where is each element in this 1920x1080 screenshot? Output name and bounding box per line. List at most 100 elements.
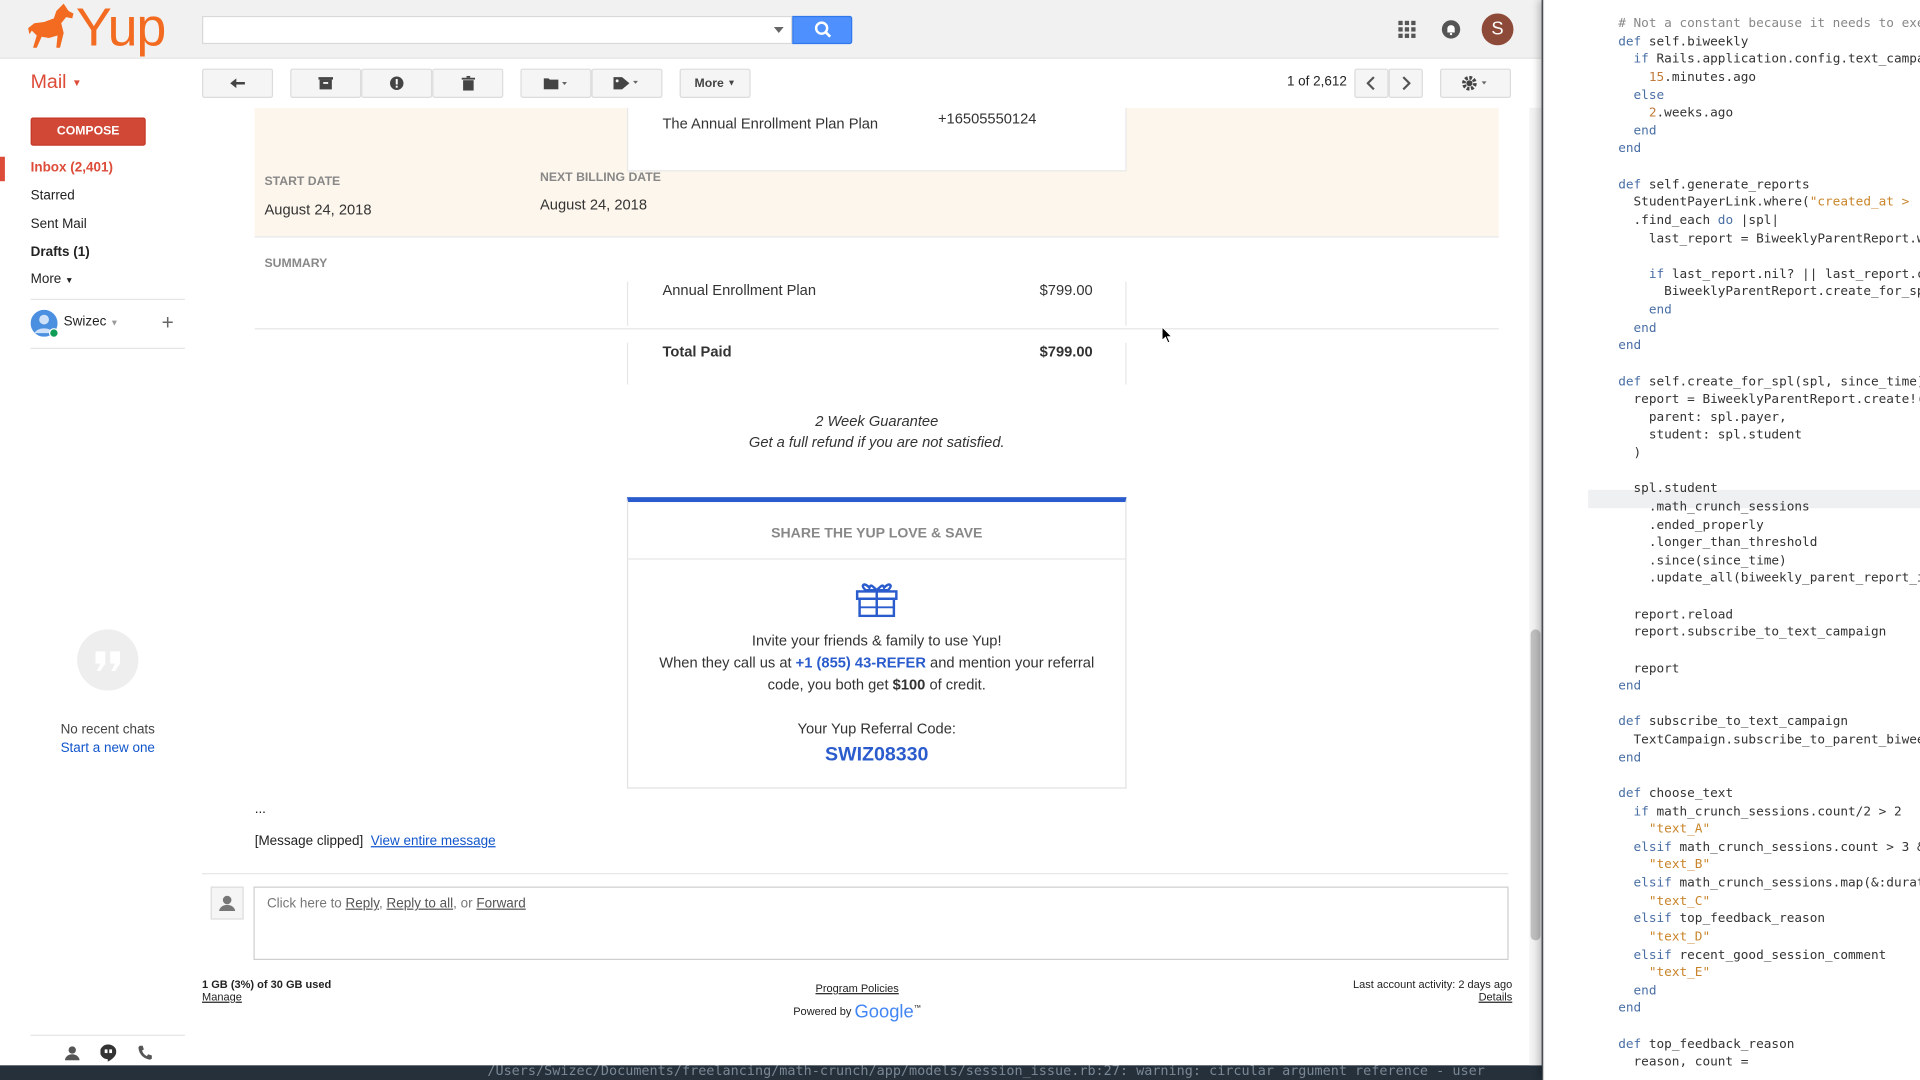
powered-by: Powered by Google™ <box>793 1001 922 1023</box>
divider <box>626 342 629 385</box>
plan-name: The Annual Enrollment Plan Plan <box>662 115 879 133</box>
person-icon <box>219 895 236 912</box>
label-tag-icon <box>613 77 638 90</box>
code-line: elsif math_crunch_sessions.count > 3 && … <box>1633 839 1920 855</box>
reply-box[interactable]: Click here to Reply, Reply to all, or Fo… <box>253 886 1509 961</box>
code-line: .update_all(biweekly_parent_report_id: r <box>1648 571 1920 586</box>
phone-icon[interactable] <box>137 1044 153 1060</box>
program-policies-link[interactable]: Program Policies <box>759 978 955 999</box>
labels-button[interactable] <box>591 68 663 98</box>
scrollbar-thumb[interactable] <box>1530 629 1541 941</box>
yup-logo[interactable]: Yup <box>27 0 166 59</box>
code-line: elsif math_crunch_sessions.map(&:duratio… <box>1633 875 1920 891</box>
forward-link[interactable]: Forward <box>476 896 525 911</box>
gmail-window: Yup S Mail ▼ More ▼ 1 of 2,612 COMPOSE I… <box>0 0 1542 1066</box>
code-line: 15.minutes.ago <box>1648 69 1757 85</box>
chevron-left-icon <box>1366 76 1375 91</box>
code-line: BiweeklyParentReport.create_for_spl(sp <box>1664 284 1920 300</box>
search-input[interactable] <box>202 15 793 45</box>
user-status-avatar[interactable] <box>30 309 59 338</box>
more-actions-button[interactable]: More ▼ <box>679 68 751 98</box>
referral-card: SHARE THE YUP LOVE & SAVE Invite your fr… <box>626 497 1127 789</box>
newer-button[interactable] <box>1354 68 1389 98</box>
sidebar-item-sent[interactable]: Sent Mail <box>31 217 87 232</box>
code-editor[interactable]: # Not a constant because it needs to exe… <box>1542 0 1920 1080</box>
search-button[interactable] <box>792 15 853 45</box>
chevron-right-icon <box>1402 76 1411 91</box>
referral-code-label: Your Yup Referral Code: <box>797 720 956 738</box>
manage-storage-link[interactable]: Manage <box>202 991 331 1003</box>
reply-all-link[interactable]: Reply to all <box>387 896 454 911</box>
divider <box>1125 342 1127 385</box>
code-line: reason, count = <box>1602 1054 1749 1070</box>
pager-count: 1 of 2,612 <box>1286 74 1347 90</box>
mail-switcher[interactable]: Mail ▼ <box>31 72 82 94</box>
code-line: def choose_text <box>1618 785 1734 801</box>
add-chat-icon[interactable]: + <box>162 311 174 335</box>
caret-down-icon: ▼ <box>727 78 736 88</box>
apps-grid-icon[interactable] <box>1397 20 1417 40</box>
code-line: report <box>1602 660 1680 676</box>
terminal-output: /Users/Swizec/Documents/freelancing/math… <box>0 1062 1543 1080</box>
hangouts-icon[interactable] <box>100 1044 117 1062</box>
trimmed-content-ellipsis[interactable]: ... <box>255 802 266 817</box>
total-price: $799.00 <box>1039 342 1093 361</box>
notifications-bell-icon[interactable] <box>1441 20 1461 40</box>
chat-user-menu[interactable]: Swizec ▼ <box>64 315 119 330</box>
code-line: end <box>1618 338 1642 353</box>
code-line: else <box>1633 87 1665 103</box>
account-avatar[interactable]: S <box>1481 13 1514 46</box>
code-line: StudentPayerLink.where("created_at > '20… <box>1602 195 1920 210</box>
delete-button[interactable] <box>432 68 504 98</box>
total-label: Total Paid <box>662 342 732 361</box>
divider <box>1125 281 1127 326</box>
credit-text-pre: code, you both get <box>767 675 889 694</box>
code-line: end <box>1633 982 1657 998</box>
divider <box>628 558 1126 560</box>
move-to-button[interactable] <box>520 68 592 98</box>
clipped-label: [Message clipped] <box>254 833 364 849</box>
code-line: last_report = BiweeklyParentReport.where <box>1648 230 1920 246</box>
search-options-chevron-icon[interactable] <box>773 26 784 34</box>
call-text-pre: When they call us at <box>659 653 792 672</box>
sidebar-item-starred[interactable]: Starred <box>31 189 75 204</box>
code-line: def subscribe_to_text_campaign <box>1618 714 1849 730</box>
settings-button[interactable] <box>1440 68 1512 98</box>
compose-button[interactable]: COMPOSE <box>30 117 146 146</box>
report-spam-button[interactable] <box>361 68 433 98</box>
code-line: # Not a constant because it needs to exe… <box>1618 15 1920 31</box>
line-item-price: $799.00 <box>1039 281 1093 299</box>
top-bar: Yup S <box>0 0 1542 59</box>
credit-amount: $100 <box>892 675 926 694</box>
referral-code: SWIZ08330 <box>825 744 929 766</box>
activity-details-link[interactable]: Details <box>1267 991 1513 1003</box>
older-button[interactable] <box>1388 68 1423 98</box>
code-line: def self.create_for_spl(spl, since_time) <box>1618 374 1920 389</box>
contacts-person-icon[interactable] <box>64 1046 80 1061</box>
sidebar-item-drafts[interactable]: Drafts (1) <box>31 245 90 260</box>
next-billing-label: NEXT BILLING DATE <box>540 171 661 185</box>
referral-phone-link[interactable]: +1 (855) 43-REFER <box>796 654 926 671</box>
account-activity: Last account activity: 2 days ago Detail… <box>1267 978 1512 1002</box>
sidebar-item-inbox[interactable]: Inbox (2,401) <box>31 160 113 175</box>
start-new-chat-link[interactable]: Start a new one <box>31 741 185 756</box>
archive-button[interactable] <box>290 68 362 98</box>
view-entire-message-link[interactable]: View entire message <box>371 834 496 849</box>
reply-link[interactable]: Reply <box>346 896 379 911</box>
back-button[interactable] <box>202 68 274 98</box>
start-date-label: START DATE <box>264 175 341 189</box>
sidebar-item-more[interactable]: More ▼ <box>31 272 74 287</box>
referral-title: SHARE THE YUP LOVE & SAVE <box>771 526 983 542</box>
code-text[interactable]: # Not a constant because it needs to exe… <box>1603 15 1920 1072</box>
hangouts-quote-icon <box>77 629 139 691</box>
code-line: .ended_properly <box>1602 517 1764 533</box>
code-line: "text_E" <box>1648 965 1711 980</box>
chat-toolbar <box>30 1034 185 1066</box>
powered-by-label: Powered by <box>793 1005 852 1018</box>
sidebar-divider <box>30 298 185 301</box>
